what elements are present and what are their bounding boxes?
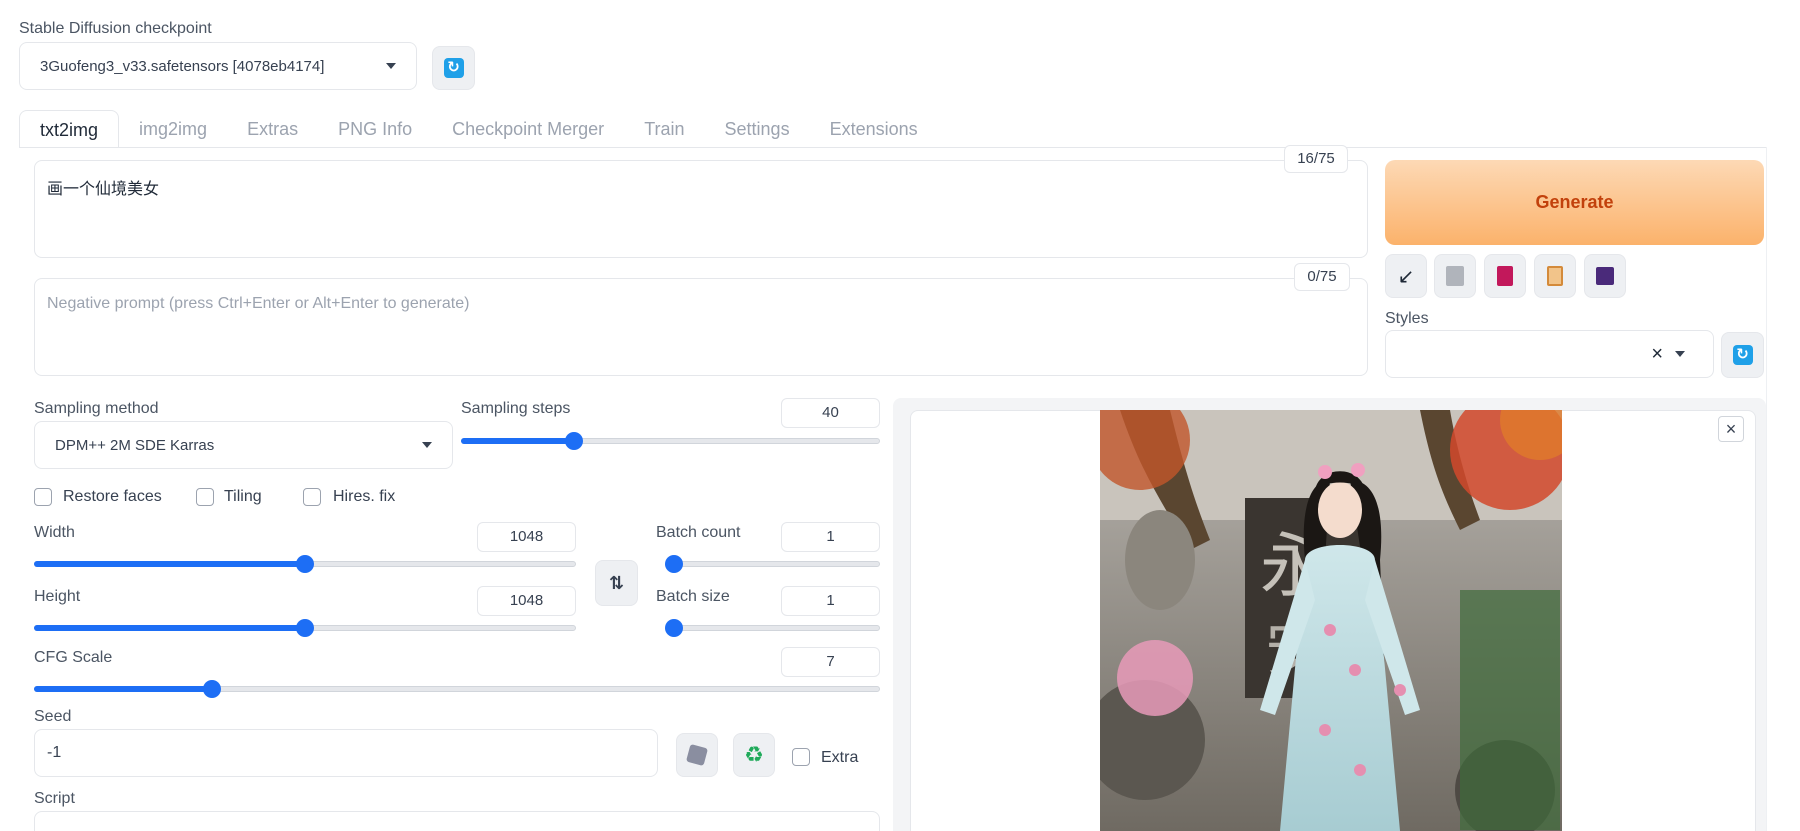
batch-count-slider[interactable] <box>665 555 880 573</box>
width-slider[interactable] <box>34 555 576 573</box>
panel-border <box>1766 147 1767 831</box>
arrow-icon: ↙ <box>1397 265 1415 288</box>
styles-label: Styles <box>1385 310 1429 327</box>
batch-count-input[interactable]: 1 <box>781 522 880 552</box>
sampling-steps-input[interactable]: 40 <box>781 398 880 428</box>
batch-size-slider[interactable] <box>665 619 880 637</box>
tab-extras[interactable]: Extras <box>227 110 318 148</box>
reuse-seed-button[interactable]: ♻ <box>733 733 775 777</box>
seed-input[interactable]: -1 <box>34 729 658 777</box>
generated-image-art: 永 安 <box>1100 410 1562 831</box>
refresh-icon: ↻ <box>1732 345 1753 365</box>
script-select[interactable] <box>34 811 880 831</box>
prompt-token-counter: 16/75 <box>1284 145 1348 173</box>
tab-divider <box>19 147 1767 148</box>
sampling-method-label: Sampling method <box>34 400 159 417</box>
tab-checkpoint-merger[interactable]: Checkpoint Merger <box>432 110 624 148</box>
checkpoint-refresh-button[interactable]: ↻ <box>432 46 475 90</box>
sampling-method-select[interactable]: DPM++ 2M SDE Karras <box>34 421 453 469</box>
styles-refresh-button[interactable]: ↻ <box>1721 332 1764 378</box>
sampling-steps-slider[interactable] <box>461 432 880 450</box>
refresh-icon: ↻ <box>443 58 464 78</box>
slider-thumb[interactable] <box>296 619 314 637</box>
chevron-down-icon <box>1675 351 1685 357</box>
batch-size-label: Batch size <box>656 588 730 605</box>
height-slider[interactable] <box>34 619 576 637</box>
extra-networks-button[interactable] <box>1484 254 1526 298</box>
cfg-scale-slider[interactable] <box>34 680 880 698</box>
script-label: Script <box>34 790 75 807</box>
batch-count-label: Batch count <box>656 524 741 541</box>
restore-faces-checkbox[interactable] <box>34 488 52 506</box>
book-icon <box>1497 266 1513 286</box>
sampling-method-value: DPM++ 2M SDE Karras <box>55 436 215 454</box>
tab-train[interactable]: Train <box>624 110 704 148</box>
batch-size-input[interactable]: 1 <box>781 586 880 616</box>
apply-styles-button[interactable] <box>1534 254 1576 298</box>
slider-thumb[interactable] <box>296 555 314 573</box>
random-seed-button[interactable] <box>676 733 718 777</box>
styles-select[interactable]: × <box>1385 330 1714 378</box>
sampling-steps-label: Sampling steps <box>461 400 571 417</box>
swap-icon: ⇅ <box>608 572 625 593</box>
checkpoint-value: 3Guofeng3_v33.safetensors [4078eb4174] <box>40 57 325 75</box>
height-input[interactable]: 1048 <box>477 586 576 616</box>
restore-faces-label: Restore faces <box>63 488 162 505</box>
slider-thumb[interactable] <box>202 680 221 698</box>
slider-thumb[interactable] <box>565 432 584 450</box>
tiling-label: Tiling <box>224 488 262 505</box>
trash-icon <box>1446 266 1464 286</box>
slider-thumb[interactable] <box>665 555 683 573</box>
slider-thumb[interactable] <box>665 619 683 637</box>
close-output-button[interactable]: × <box>1718 416 1744 442</box>
generate-button[interactable]: Generate <box>1385 160 1764 245</box>
tab-img2img[interactable]: img2img <box>119 110 227 148</box>
read-params-button[interactable]: ↙ <box>1385 254 1427 298</box>
tab-settings[interactable]: Settings <box>705 110 810 148</box>
tab-png-info[interactable]: PNG Info <box>318 110 432 148</box>
recycle-icon: ♻ <box>744 742 764 767</box>
dice-icon <box>685 743 709 767</box>
generated-image[interactable]: 永 安 <box>1100 410 1562 831</box>
clipboard-icon <box>1547 266 1563 286</box>
clear-styles-icon[interactable]: × <box>1651 343 1663 366</box>
tiling-checkbox[interactable] <box>196 488 214 506</box>
hires-fix-label: Hires. fix <box>333 488 396 505</box>
extra-seed-checkbox[interactable] <box>792 748 810 766</box>
extra-seed-label: Extra <box>821 749 859 766</box>
hires-fix-checkbox[interactable] <box>303 488 321 506</box>
width-input[interactable]: 1048 <box>477 522 576 552</box>
cfg-scale-input[interactable]: 7 <box>781 647 880 677</box>
tab-extensions[interactable]: Extensions <box>810 110 938 148</box>
chevron-down-icon <box>386 63 396 69</box>
seed-label: Seed <box>34 708 72 725</box>
height-label: Height <box>34 588 81 605</box>
chevron-down-icon <box>422 442 432 448</box>
main-tabs: txt2img img2img Extras PNG Info Checkpoi… <box>19 110 938 148</box>
prompt-input[interactable]: 画一个仙境美女 <box>34 160 1368 258</box>
clear-prompt-button[interactable] <box>1434 254 1476 298</box>
width-label: Width <box>34 524 75 541</box>
tab-txt2img[interactable]: txt2img <box>19 110 120 148</box>
swap-dimensions-button[interactable]: ⇅ <box>595 560 638 606</box>
save-style-button[interactable] <box>1584 254 1626 298</box>
negative-prompt-token-counter: 0/75 <box>1294 263 1350 291</box>
checkpoint-select[interactable]: 3Guofeng3_v33.safetensors [4078eb4174] <box>19 42 417 90</box>
checkpoint-label: Stable Diffusion checkpoint <box>19 20 212 37</box>
cfg-scale-label: CFG Scale <box>34 649 113 666</box>
negative-prompt-input[interactable]: Negative prompt (press Ctrl+Enter or Alt… <box>34 278 1368 376</box>
save-icon <box>1596 267 1614 285</box>
